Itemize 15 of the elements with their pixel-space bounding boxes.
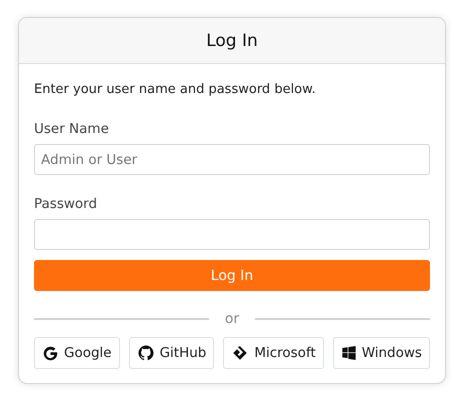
google-g-icon (42, 344, 59, 362)
sign-in-button[interactable]: Windows (332, 337, 430, 369)
field-label: User Name (34, 121, 110, 137)
separator-text: or (224, 311, 240, 327)
sign-in-button[interactable]: Google (34, 337, 120, 369)
sign-in-button[interactable]: GitHub (128, 337, 214, 369)
dialog-title: Log In (206, 30, 258, 50)
input-field[interactable] (34, 219, 430, 250)
sign-in-button[interactable]: Microsoft (223, 337, 324, 369)
windows-logo-icon (340, 345, 357, 361)
instruction-text: Enter your user name and password below. (34, 82, 317, 97)
diamond-icon (231, 344, 250, 362)
input-field[interactable]: Admin or User (34, 144, 430, 175)
octocat-icon (136, 344, 155, 362)
field-label: Password (34, 196, 98, 212)
